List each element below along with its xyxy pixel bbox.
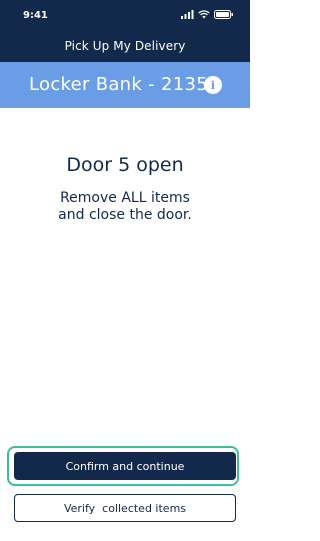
verify-button-label: Verify collected items	[63, 501, 187, 515]
wifi-icon	[198, 10, 210, 19]
instruction-line-1: Remove ALL items	[60, 190, 190, 206]
info-glyph: i	[210, 78, 216, 92]
door-status-heading: Door 5 open	[66, 154, 184, 176]
confirm-and-continue-button[interactable]: Confirm and continue	[14, 452, 236, 480]
confirm-button-label: Confirm and continue	[65, 459, 185, 473]
instruction-text: Remove ALL items and close the door.	[0, 190, 250, 224]
locker-bank-title: Locker Bank - 2135	[29, 74, 208, 95]
battery-icon	[214, 10, 233, 19]
verify-collected-items-button[interactable]: Verify collected items	[14, 494, 236, 522]
info-icon[interactable]: i	[204, 76, 222, 94]
instruction-line-2: and close the door.	[58, 207, 192, 223]
nav-header: Pick Up My Delivery	[0, 30, 250, 62]
status-time: 9:41	[23, 10, 48, 21]
page-title: Pick Up My Delivery	[64, 39, 186, 53]
signal-icon	[181, 10, 194, 19]
status-icons	[181, 10, 234, 19]
status-bar: 9:41	[0, 0, 250, 30]
